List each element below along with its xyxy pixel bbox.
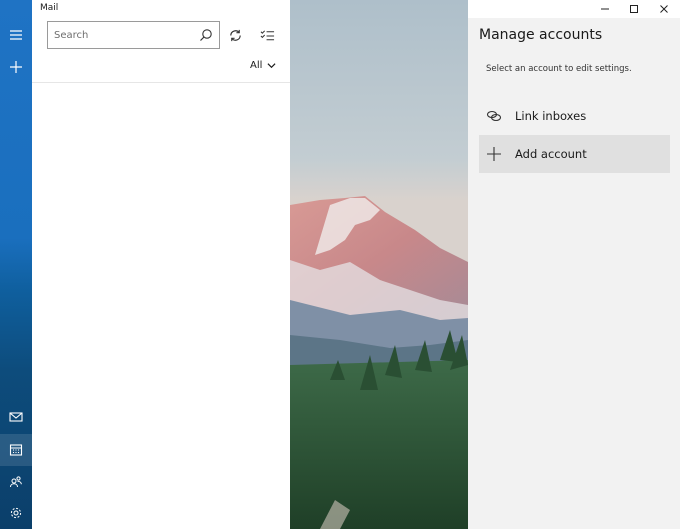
settings-button[interactable]: [0, 497, 32, 529]
calendar-button[interactable]: [0, 434, 32, 466]
filter-label: All: [250, 60, 263, 71]
manage-accounts-flyout: Manage accounts Select an account to edi…: [468, 18, 680, 529]
minimize-button[interactable]: [589, 0, 621, 18]
mail-icon: [9, 412, 23, 422]
minimize-icon: [601, 8, 609, 10]
people-button[interactable]: [0, 466, 32, 498]
filter-dropdown[interactable]: All: [250, 60, 276, 71]
calendar-icon: [9, 444, 23, 456]
plus-icon: [10, 61, 22, 73]
selection-mode-button[interactable]: [256, 24, 278, 46]
people-icon: [10, 476, 22, 488]
hamburger-icon: [10, 30, 22, 40]
close-icon: [660, 5, 668, 13]
selection-mode-icon: [260, 29, 274, 40]
plus-icon: [487, 147, 501, 161]
add-account-button[interactable]: Add account: [479, 135, 670, 173]
flyout-title: Manage accounts: [479, 27, 603, 43]
sync-icon: [229, 29, 241, 41]
sync-button[interactable]: [224, 24, 246, 46]
maximize-icon: [630, 5, 638, 13]
close-button[interactable]: [648, 0, 680, 18]
message-list-pane: Mail All: [32, 0, 290, 529]
chevron-down-icon: [267, 63, 276, 69]
link-icon: [486, 110, 502, 122]
new-mail-button[interactable]: [0, 51, 32, 83]
search-input[interactable]: [54, 22, 194, 48]
add-account-label: Add account: [515, 147, 587, 161]
background-landscape-image: [290, 0, 468, 529]
link-inboxes-label: Link inboxes: [515, 109, 587, 123]
maximize-button[interactable]: [618, 0, 650, 18]
link-inboxes-button[interactable]: Link inboxes: [479, 97, 670, 135]
flyout-subtitle: Select an account to edit settings.: [486, 64, 632, 74]
search-box[interactable]: [47, 21, 220, 49]
search-icon[interactable]: [199, 28, 213, 42]
app-title: Mail: [40, 3, 59, 13]
hamburger-menu-button[interactable]: [0, 19, 32, 51]
navigation-rail: [0, 0, 32, 529]
pane-divider: [32, 82, 290, 83]
settings-gear-icon: [10, 507, 22, 519]
mail-button[interactable]: [0, 401, 32, 433]
